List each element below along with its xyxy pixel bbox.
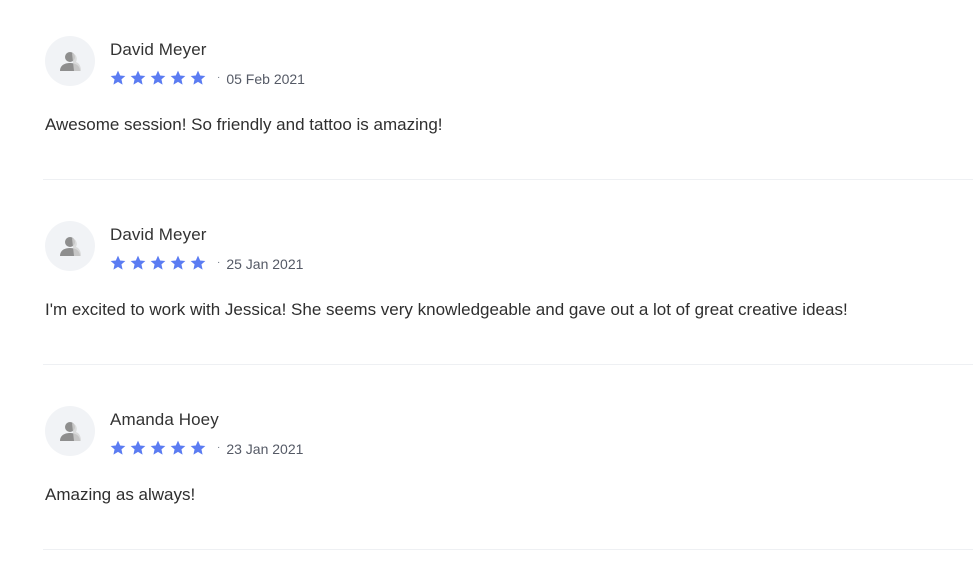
avatar: [45, 221, 95, 271]
star-icon: [190, 440, 206, 455]
meta-separator: ·: [217, 72, 221, 83]
star-icon: [150, 255, 166, 270]
star-icon: [130, 255, 146, 270]
star-icon: [130, 70, 146, 85]
star-icon: [110, 70, 126, 85]
star-icon: [190, 255, 206, 270]
avatar: [45, 406, 95, 456]
review-text: Awesome session! So friendly and tattoo …: [45, 115, 443, 134]
review-date: 23 Jan 2021: [226, 441, 304, 457]
star-rating: [109, 69, 209, 87]
star-icon: [170, 255, 186, 270]
review-meta: · 25 Jan 2021: [109, 252, 303, 274]
star-icon: [110, 440, 126, 455]
star-icon: [130, 440, 146, 455]
star-icon: [150, 70, 166, 85]
user-icon: [60, 422, 81, 441]
review-meta: · 23 Jan 2021: [109, 437, 303, 459]
review-item: Amanda Hoey · 23 Jan 2021 Amazing as alw…: [0, 370, 973, 555]
star-icon: [170, 70, 186, 85]
star-icon: [110, 255, 126, 270]
review-text: Amazing as always!: [45, 485, 196, 504]
divider: [43, 549, 973, 550]
reviewer-name: David Meyer: [110, 225, 207, 244]
review-item: David Meyer · 25 Jan 2021 I'm excited to…: [0, 185, 973, 370]
meta-separator: ·: [217, 442, 221, 453]
user-icon: [60, 52, 81, 71]
divider: [43, 179, 973, 180]
star-icon: [150, 440, 166, 455]
star-rating: [109, 254, 209, 272]
review-text: I'm excited to work with Jessica! She se…: [45, 300, 848, 319]
meta-separator: ·: [217, 257, 221, 268]
star-icon: [170, 440, 186, 455]
divider: [43, 364, 973, 365]
star-rating: [109, 439, 209, 457]
reviewer-name: David Meyer: [110, 40, 207, 59]
star-icon: [190, 70, 206, 85]
review-item: David Meyer · 05 Feb 2021 Awesome sessio…: [0, 0, 973, 185]
review-meta: · 05 Feb 2021: [109, 67, 305, 89]
user-icon: [60, 237, 81, 256]
avatar: [45, 36, 95, 86]
review-date: 05 Feb 2021: [226, 71, 305, 87]
reviewer-name: Amanda Hoey: [110, 410, 219, 429]
review-date: 25 Jan 2021: [226, 256, 304, 272]
